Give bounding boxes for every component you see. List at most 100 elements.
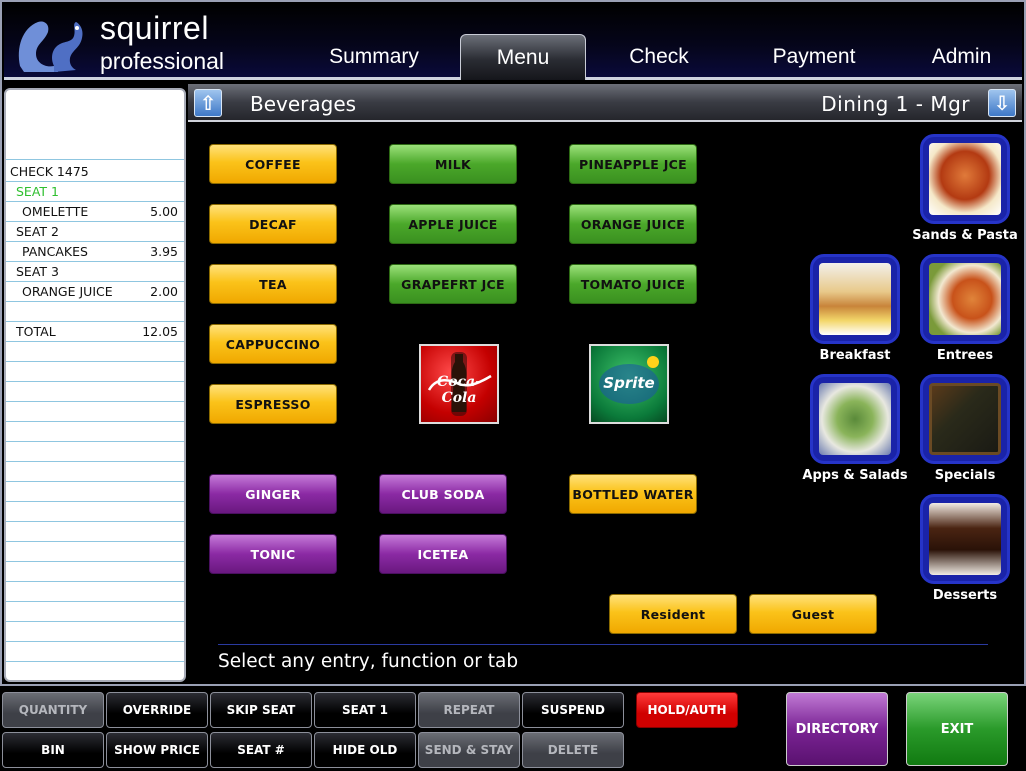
- item-coffee-button[interactable]: COFFEE: [209, 144, 337, 184]
- quantity-button[interactable]: QUANTITY: [2, 692, 104, 728]
- check-item-row[interactable]: ORANGE JUICE 2.00: [6, 282, 184, 302]
- check-panel[interactable]: CHECK 1475 SEAT 1 OMELETTE 5.00 SEAT 2 PA…: [4, 88, 186, 682]
- check-item-name: PANCAKES: [22, 244, 88, 259]
- directory-button[interactable]: DIRECTORY: [786, 692, 888, 766]
- item-bottled-water-button[interactable]: BOTTLED WATER: [569, 474, 697, 514]
- suspend-button[interactable]: SUSPEND: [522, 692, 624, 728]
- item-grapefruit-juice-button[interactable]: GRAPEFRT JCE: [389, 264, 517, 304]
- scroll-up-button[interactable]: ⇧: [194, 89, 222, 117]
- check-seat-row[interactable]: SEAT 3: [6, 262, 184, 282]
- resident-button[interactable]: Resident: [609, 594, 737, 634]
- check-seat-label: SEAT 3: [16, 264, 59, 279]
- dessert-cake-icon: [929, 503, 1001, 575]
- menu-item-grid: COFFEE DECAF TEA CAPPUCCINO ESPRESSO MIL…: [188, 124, 1022, 680]
- function-bar: QUANTITY OVERRIDE SKIP SEAT SEAT 1 REPEA…: [0, 684, 1026, 771]
- check-item-name: OMELETTE: [22, 204, 89, 219]
- item-tonic-button[interactable]: TONIC: [209, 534, 337, 574]
- sprite-item-button[interactable]: Sprite: [589, 344, 669, 424]
- category-tile: [920, 374, 1010, 464]
- category-sands-pasta[interactable]: Sands & Pasta: [910, 134, 1020, 243]
- table-label: Dining 1 - Mgr: [821, 92, 970, 116]
- tab-check[interactable]: Check: [594, 34, 724, 80]
- check-number-row: CHECK 1475: [6, 162, 184, 182]
- logo: squirrel professional: [14, 10, 234, 74]
- category-label: Entrees: [936, 348, 994, 363]
- item-apple-juice-button[interactable]: APPLE JUICE: [389, 204, 517, 244]
- category-breakfast[interactable]: Breakfast: [800, 254, 910, 363]
- category-label: Sands & Pasta: [912, 228, 1018, 243]
- item-icetea-button[interactable]: ICETEA: [379, 534, 507, 574]
- check-blank-row: [6, 502, 184, 522]
- category-apps-salads[interactable]: Apps & Salads: [800, 374, 910, 483]
- header: squirrel professional Summary Menu Check…: [4, 4, 1022, 80]
- scroll-down-button[interactable]: ⇩: [988, 89, 1016, 117]
- check-seat-row[interactable]: SEAT 1: [6, 182, 184, 202]
- check-seat-row[interactable]: SEAT 2: [6, 222, 184, 242]
- category-entrees[interactable]: Entrees: [910, 254, 1020, 363]
- seat-1-button[interactable]: SEAT 1: [314, 692, 416, 728]
- repeat-button[interactable]: REPEAT: [418, 692, 520, 728]
- brand-name: squirrel: [100, 10, 209, 46]
- check-item-row[interactable]: PANCAKES 3.95: [6, 242, 184, 262]
- coca-cola-item-button[interactable]: Coca-Cola: [419, 344, 499, 424]
- check-blank-row: [6, 602, 184, 622]
- override-button[interactable]: OVERRIDE: [106, 692, 208, 728]
- item-espresso-button[interactable]: ESPRESSO: [209, 384, 337, 424]
- skip-seat-button[interactable]: SKIP SEAT: [210, 692, 312, 728]
- check-blank-row: [6, 302, 184, 322]
- tab-menu[interactable]: Menu: [460, 34, 586, 80]
- item-tea-button[interactable]: TEA: [209, 264, 337, 304]
- check-seat-label: SEAT 2: [16, 224, 59, 239]
- item-cappuccino-button[interactable]: CAPPUCCINO: [209, 324, 337, 364]
- check-blank-row: [6, 622, 184, 642]
- coca-cola-logo-text: Coca-Cola: [437, 374, 481, 406]
- check-item-price: 2.00: [150, 284, 178, 299]
- tab-summary[interactable]: Summary: [304, 34, 444, 80]
- category-tile: [920, 254, 1010, 344]
- category-tile: [920, 494, 1010, 584]
- hide-old-button[interactable]: HIDE OLD: [314, 732, 416, 768]
- item-club-soda-button[interactable]: CLUB SODA: [379, 474, 507, 514]
- status-message: Select any entry, function or tab: [218, 644, 988, 674]
- category-tile: [810, 254, 900, 344]
- category-specials[interactable]: Specials: [910, 374, 1020, 483]
- arrow-down-icon: ⇩: [993, 91, 1011, 115]
- send-stay-button[interactable]: SEND & STAY: [418, 732, 520, 768]
- category-tile: [810, 374, 900, 464]
- category-label: Specials: [934, 468, 996, 483]
- check-blank-row: [6, 382, 184, 402]
- check-blank-row: [6, 522, 184, 542]
- hold-auth-button[interactable]: HOLD/AUTH: [636, 692, 738, 728]
- tab-payment[interactable]: Payment: [744, 34, 884, 80]
- check-blank-row: [6, 442, 184, 462]
- entree-plate-icon: [929, 263, 1001, 335]
- exit-button[interactable]: EXIT: [906, 692, 1008, 766]
- bin-button[interactable]: BIN: [2, 732, 104, 768]
- salad-plate-icon: [819, 383, 891, 455]
- guest-button[interactable]: Guest: [749, 594, 877, 634]
- item-ginger-button[interactable]: GINGER: [209, 474, 337, 514]
- seat-number-button[interactable]: SEAT #: [210, 732, 312, 768]
- check-blank-row: [6, 642, 184, 662]
- item-milk-button[interactable]: MILK: [389, 144, 517, 184]
- check-total-label: TOTAL: [16, 324, 56, 339]
- delete-button[interactable]: DELETE: [522, 732, 624, 768]
- item-decaf-button[interactable]: DECAF: [209, 204, 337, 244]
- brand-subtitle: professional: [100, 48, 225, 74]
- item-pineapple-juice-button[interactable]: PINEAPPLE JCE: [569, 144, 697, 184]
- check-item-row[interactable]: OMELETTE 5.00: [6, 202, 184, 222]
- check-item-name: ORANGE JUICE: [22, 284, 113, 299]
- check-number: CHECK 1475: [10, 164, 89, 179]
- arrow-up-icon: ⇧: [199, 91, 217, 115]
- tab-admin[interactable]: Admin: [904, 34, 1019, 80]
- check-blank-row: [6, 402, 184, 422]
- show-price-button[interactable]: SHOW PRICE: [106, 732, 208, 768]
- category-desserts[interactable]: Desserts: [910, 494, 1020, 603]
- check-blank-area: [6, 90, 184, 160]
- item-orange-juice-button[interactable]: ORANGE JUICE: [569, 204, 697, 244]
- check-item-price: 3.95: [150, 244, 178, 259]
- check-blank-row: [6, 542, 184, 562]
- check-blank-row: [6, 582, 184, 602]
- check-blank-row: [6, 562, 184, 582]
- item-tomato-juice-button[interactable]: TOMATO JUICE: [569, 264, 697, 304]
